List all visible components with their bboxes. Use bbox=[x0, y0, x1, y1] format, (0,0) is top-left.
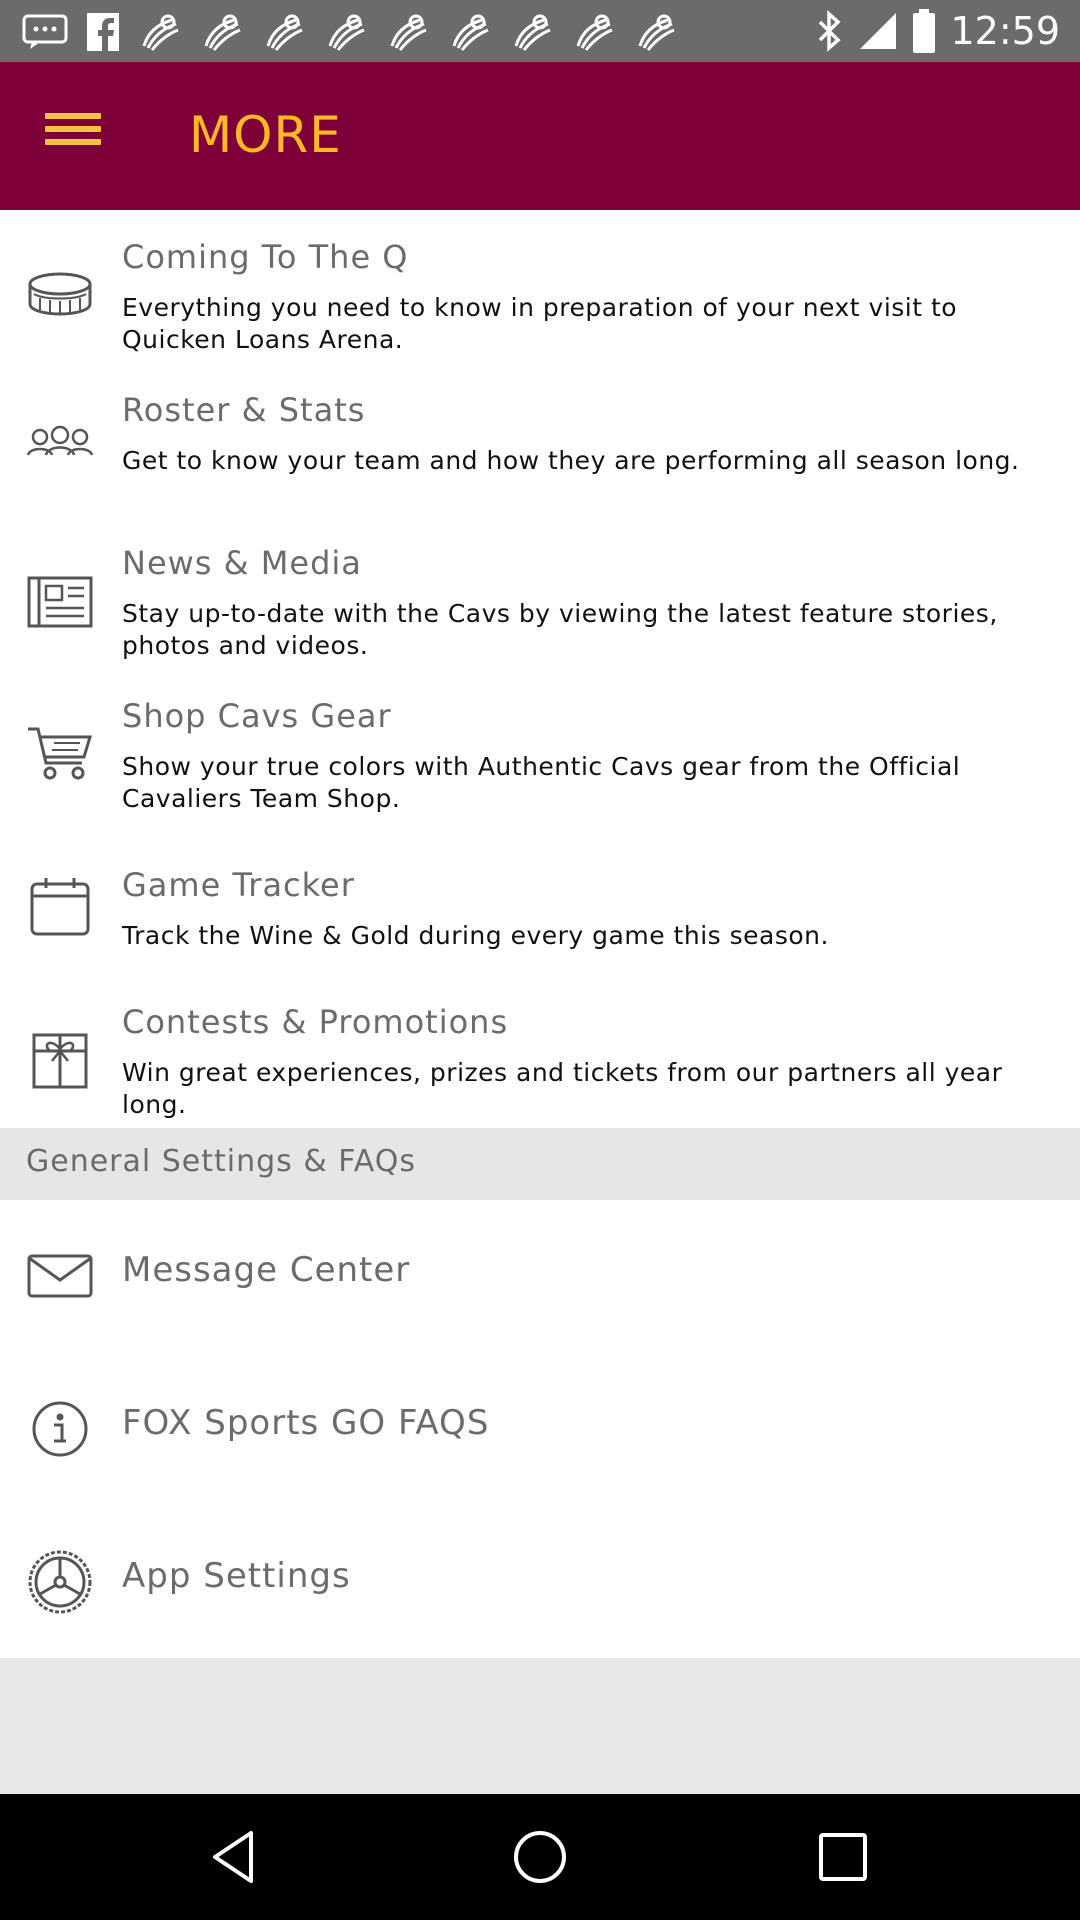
app-icon bbox=[204, 14, 241, 51]
facebook-icon bbox=[87, 13, 119, 52]
team-icon bbox=[26, 411, 94, 479]
envelope-icon bbox=[26, 1242, 94, 1310]
app-icon bbox=[390, 14, 427, 51]
app-icon bbox=[576, 14, 613, 51]
gift-icon bbox=[26, 1025, 94, 1093]
menu-item-title: Game Tracker bbox=[122, 866, 355, 904]
menu-item-description: Stay up-to-date with the Cavs by viewing… bbox=[122, 599, 998, 660]
menu-item-shop-cavs-gear[interactable]: Shop Cavs Gear Show your true colors wit… bbox=[0, 683, 1080, 823]
notification-icons bbox=[22, 10, 678, 54]
menu-item-coming-to-the-q[interactable]: Coming To The Q Everything you need to k… bbox=[0, 224, 1080, 364]
menu-item-game-tracker[interactable]: Game Tracker Track the Wine & Gold durin… bbox=[0, 852, 1080, 962]
back-icon[interactable] bbox=[207, 1827, 267, 1887]
status-time: 12:59 bbox=[950, 9, 1060, 53]
menu-item-contests-promotions[interactable]: Contests & Promotions Win great experien… bbox=[0, 989, 1080, 1128]
system-nav-bar bbox=[0, 1794, 1080, 1920]
menu-item-description: Win great experiences, prizes and ticket… bbox=[122, 1058, 1003, 1119]
more-menu-list: Coming To The Q Everything you need to k… bbox=[0, 210, 1080, 1658]
menu-item-app-settings[interactable]: App Settings bbox=[0, 1506, 1080, 1656]
app-bar: MORE bbox=[0, 62, 1080, 210]
menu-item-title: Shop Cavs Gear bbox=[122, 697, 392, 735]
menu-item-title: News & Media bbox=[122, 544, 362, 582]
menu-item-description: Everything you need to know in preparati… bbox=[122, 293, 958, 354]
recents-icon[interactable] bbox=[813, 1827, 873, 1887]
status-bar: 12:59 bbox=[0, 0, 1080, 62]
menu-item-message-center[interactable]: Message Center bbox=[0, 1200, 1080, 1350]
status-right-icons: 12:59 bbox=[816, 8, 1060, 54]
section-header-label: General Settings & FAQs bbox=[26, 1144, 417, 1179]
app-icon bbox=[514, 14, 551, 51]
arena-icon bbox=[26, 260, 94, 328]
message-icon bbox=[22, 14, 68, 49]
cart-icon bbox=[26, 719, 94, 787]
settings-wheel-icon bbox=[26, 1548, 94, 1616]
menu-item-news-media[interactable]: News & Media Stay up-to-date with the Ca… bbox=[0, 530, 1080, 670]
bluetooth-icon bbox=[819, 10, 842, 52]
app-icon bbox=[638, 14, 675, 51]
info-icon bbox=[26, 1395, 94, 1463]
menu-item-title: Contests & Promotions bbox=[122, 1003, 509, 1041]
menu-item-title: FOX Sports GO FAQS bbox=[122, 1403, 490, 1443]
menu-item-fox-sports-go-faqs[interactable]: FOX Sports GO FAQS bbox=[0, 1353, 1080, 1503]
app-icon bbox=[266, 14, 303, 51]
app-icon bbox=[142, 14, 179, 51]
menu-item-roster-stats[interactable]: Roster & Stats Get to know your team and… bbox=[0, 377, 1080, 517]
app-icon bbox=[452, 14, 489, 51]
menu-item-title: Coming To The Q bbox=[122, 238, 409, 276]
menu-item-title: App Settings bbox=[122, 1556, 351, 1596]
menu-item-description: Show your true colors with Authentic Cav… bbox=[122, 752, 961, 813]
menu-item-description: Track the Wine & Gold during every game … bbox=[122, 921, 829, 950]
menu-item-title: Roster & Stats bbox=[122, 391, 366, 429]
app-icon bbox=[328, 14, 365, 51]
hamburger-menu-icon[interactable] bbox=[40, 106, 106, 166]
calendar-icon bbox=[26, 872, 94, 940]
newspaper-icon bbox=[26, 568, 94, 636]
menu-item-title: Message Center bbox=[122, 1250, 411, 1290]
home-icon[interactable] bbox=[510, 1827, 570, 1887]
menu-item-description: Get to know your team and how they are p… bbox=[122, 446, 1020, 475]
signal-icon bbox=[860, 13, 897, 49]
page-title: MORE bbox=[189, 106, 342, 164]
section-header-general-settings: General Settings & FAQs bbox=[0, 1128, 1080, 1200]
battery-icon bbox=[913, 9, 936, 53]
